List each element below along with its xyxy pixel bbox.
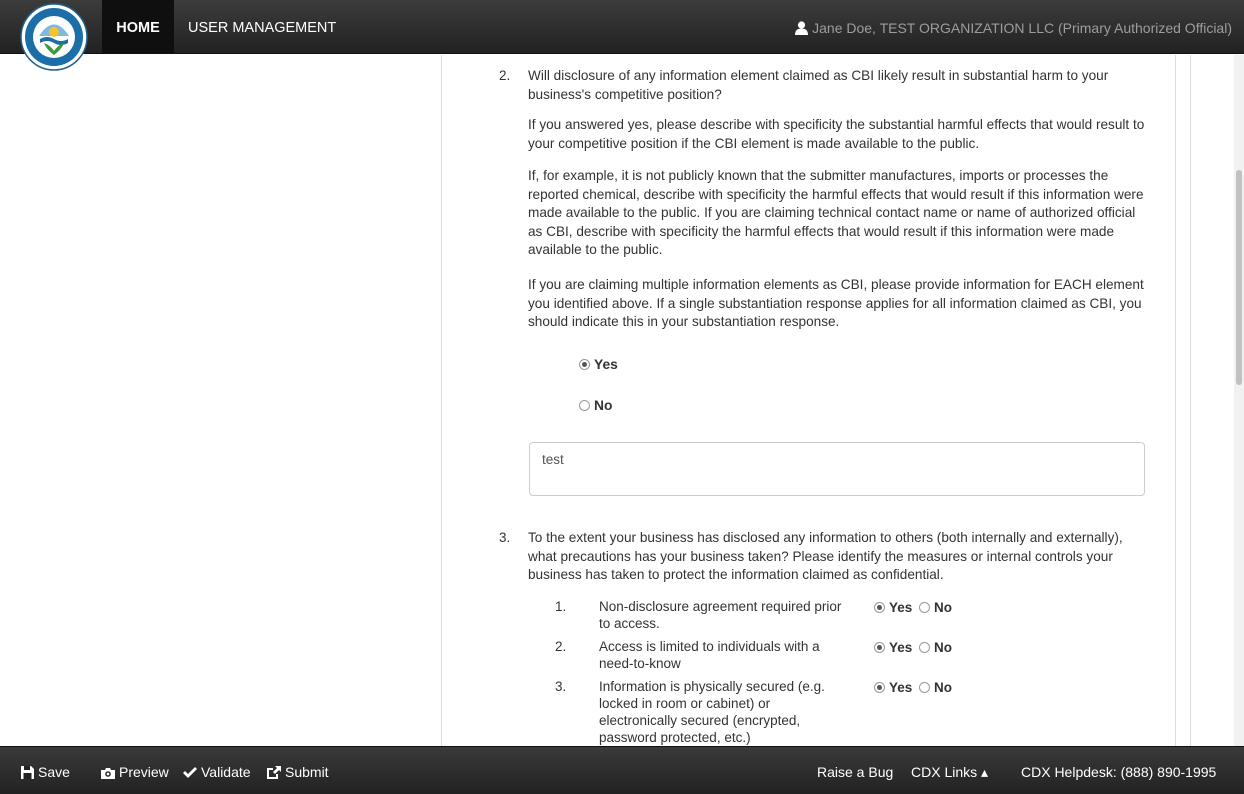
save-button[interactable]: Save	[21, 747, 70, 794]
question-number: 2.	[499, 68, 511, 83]
question-2-instructions: If you answered yes, please describe wit…	[528, 117, 1145, 151]
user-menu[interactable]: Jane Doe, TEST ORGANIZATION LLC (Primary…	[795, 0, 1232, 54]
radio-no[interactable]: No	[579, 398, 612, 413]
nav-user-management[interactable]: USER MANAGEMENT	[188, 0, 336, 54]
radio-yes[interactable]: Yes	[579, 357, 618, 372]
question-number: 3.	[499, 530, 511, 545]
list-item: Non-disclosure agreement required prior …	[599, 599, 842, 631]
question-3-title: To the extent your business has disclose…	[528, 530, 1123, 582]
scrollbar-thumb[interactable]	[1236, 170, 1242, 385]
question-2-multiple: If you are claiming multiple information…	[528, 277, 1144, 329]
radio-selected-icon[interactable]	[874, 602, 885, 613]
question-2-example: If, for example, it is not publicly know…	[528, 168, 1144, 257]
bottom-toolbar: Save Preview Validate Submit Raise a Bug…	[0, 746, 1244, 794]
nav-home[interactable]: HOME	[102, 0, 174, 54]
submit-button[interactable]: Submit	[267, 747, 329, 794]
check-icon	[183, 767, 197, 778]
radio-selected-icon[interactable]	[874, 642, 885, 653]
validate-button[interactable]: Validate	[183, 747, 251, 794]
list-item-number: 3.	[555, 679, 567, 694]
epa-logo-icon[interactable]	[20, 3, 88, 71]
radio-unselected-icon[interactable]	[579, 400, 590, 411]
list-item: Access is limited to individuals with a …	[599, 639, 820, 671]
cdx-helpdesk-link[interactable]: CDX Helpdesk: (888) 890-1995	[1021, 747, 1216, 794]
main-content: 2. Will disclosure of any information el…	[0, 55, 1244, 746]
yes-no-group[interactable]: Yes No	[874, 640, 952, 655]
yes-no-group[interactable]: Yes No	[874, 600, 952, 615]
question-2-title: Will disclosure of any information eleme…	[528, 68, 1109, 102]
list-item: Information is physically secured (e.g. …	[599, 679, 825, 745]
answer-textarea[interactable]: test	[529, 442, 1145, 496]
radio-unselected-icon[interactable]	[919, 602, 931, 613]
list-item-number: 2.	[555, 639, 567, 654]
raise-bug-link[interactable]: Raise a Bug	[817, 747, 893, 794]
scrollbar[interactable]	[1234, 55, 1244, 746]
user-name: Jane Doe, TEST ORGANIZATION LLC (Primary…	[812, 20, 1232, 36]
preview-button[interactable]: Preview	[101, 747, 169, 794]
radio-selected-icon[interactable]	[579, 359, 590, 370]
radio-unselected-icon[interactable]	[919, 682, 931, 693]
user-icon	[795, 21, 809, 35]
radio-selected-icon[interactable]	[874, 682, 885, 693]
camera-icon	[101, 768, 115, 779]
floppy-disk-icon	[21, 766, 34, 779]
top-navbar: HOME USER MANAGEMENT Jane Doe, TEST ORGA…	[0, 0, 1244, 54]
yes-no-group[interactable]: Yes No	[874, 680, 952, 695]
radio-unselected-icon[interactable]	[919, 642, 931, 653]
list-item-number: 1.	[555, 599, 567, 614]
cdx-links-dropdown[interactable]: CDX Links ▴	[911, 747, 988, 794]
share-icon	[267, 766, 281, 779]
